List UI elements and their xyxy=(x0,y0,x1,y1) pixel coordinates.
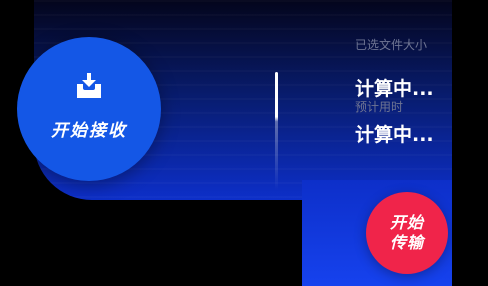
divider-line xyxy=(275,72,278,190)
start-transfer-button[interactable]: 开始传输 xyxy=(366,192,448,274)
start-transfer-label: 开始传输 xyxy=(389,213,424,252)
estimated-time-value: 计算中... xyxy=(355,124,434,146)
estimated-time-label: 预计用时 xyxy=(355,100,404,114)
download-tray-icon xyxy=(74,72,104,104)
start-receive-button[interactable]: 开始接收 xyxy=(17,37,161,181)
selected-size-label: 已选文件大小 xyxy=(355,38,428,52)
selected-size-value: 计算中... xyxy=(355,78,434,100)
start-receive-label: 开始接收 xyxy=(51,120,127,141)
